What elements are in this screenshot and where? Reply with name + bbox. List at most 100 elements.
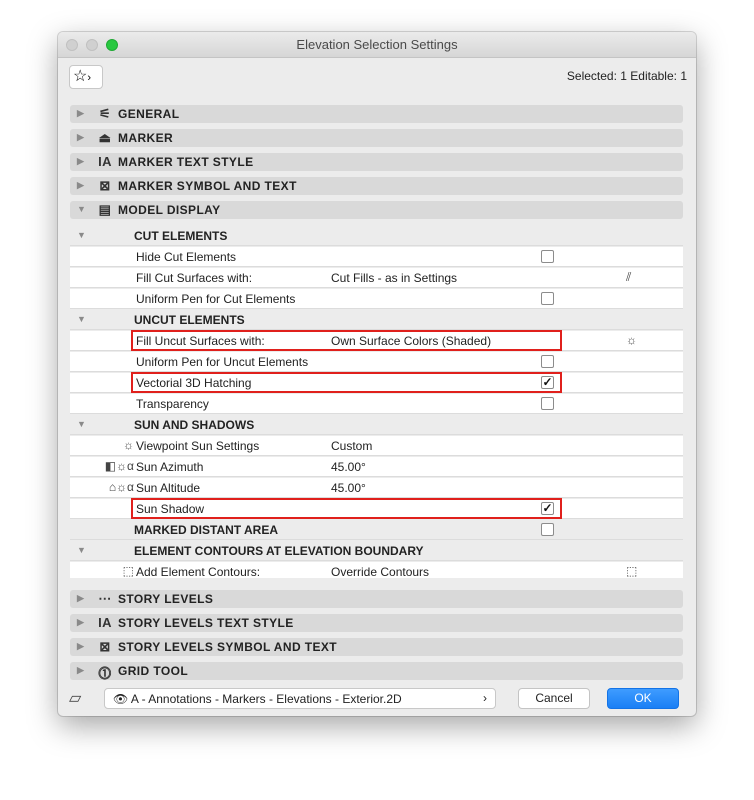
selection-info: Selected: 1 Editable: 1: [566, 69, 687, 83]
collapse-triangle-icon: ▼: [77, 314, 86, 324]
model-display-icon: ▤: [98, 202, 112, 217]
fill-cut-surfaces-value[interactable]: Cut Fills - as in Settings: [331, 271, 457, 285]
section-story-levels-symbol-text[interactable]: ▶ ⊠ STORY LEVELS SYMBOL AND TEXT: [70, 638, 683, 656]
group-uncut-elements[interactable]: ▼ UNCUT ELEMENTS: [70, 310, 683, 330]
expand-triangle-icon: ▶: [77, 665, 85, 675]
fill-uncut-surfaces-value[interactable]: Own Surface Colors (Shaded): [331, 334, 491, 348]
row-label: Viewpoint Sun Settings: [136, 439, 260, 453]
collapse-triangle-icon: ▼: [77, 419, 86, 429]
layers-icon: ▱: [69, 690, 82, 707]
collapse-triangle-icon: ▼: [77, 230, 86, 240]
row-sun-shadow: Sun Shadow ✓: [70, 499, 683, 519]
symbol-text-icon: ⊠: [99, 639, 111, 654]
ok-button[interactable]: OK: [607, 688, 679, 709]
vectorial-hatching-checkbox[interactable]: ✓: [541, 376, 554, 389]
section-label: STORY LEVELS TEXT STYLE: [118, 616, 294, 630]
text-style-icon: IA: [98, 615, 112, 630]
chevron-right-icon: ›: [87, 72, 92, 84]
add-element-contours-value[interactable]: Override Contours: [331, 565, 429, 579]
section-marker-text-style[interactable]: ▶ IA MARKER TEXT STYLE: [70, 153, 683, 171]
symbol-text-icon: ⊠: [99, 178, 111, 193]
expand-triangle-icon: ▶: [77, 593, 85, 603]
section-grid-tool[interactable]: ▶ ⓵ GRID TOOL: [70, 662, 683, 681]
row-label: Vectorial 3D Hatching: [136, 376, 252, 390]
contour-override-icon: ⬚: [626, 564, 638, 578]
layer-name: A - Annotations - Markers - Elevations -…: [130, 692, 402, 706]
section-marker[interactable]: ▶ ⏏ MARKER: [70, 129, 683, 147]
uniform-pen-uncut-checkbox[interactable]: [541, 355, 554, 368]
expand-triangle-icon: ▶: [77, 156, 85, 166]
marked-distant-area-checkbox[interactable]: [541, 523, 554, 536]
marker-icon: ⏏: [98, 130, 112, 145]
sun-icon: ☼: [123, 438, 134, 452]
cancel-button[interactable]: Cancel: [518, 688, 590, 709]
row-fill-cut-surfaces: Fill Cut Surfaces with: Cut Fills - as in…: [70, 268, 683, 288]
row-label: Hide Cut Elements: [136, 250, 237, 264]
section-story-levels[interactable]: ▶ ⋯ STORY LEVELS: [70, 590, 683, 608]
group-title: ELEMENT CONTOURS AT ELEVATION BOUNDARY: [134, 544, 424, 558]
row-label: Uniform Pen for Cut Elements: [136, 292, 296, 306]
section-label: GRID TOOL: [118, 664, 189, 678]
title-bar: Elevation Selection Settings: [58, 32, 696, 58]
section-label: MARKER SYMBOL AND TEXT: [118, 179, 297, 193]
row-label: Uniform Pen for Uncut Elements: [136, 355, 309, 369]
row-vectorial-3d-hatching: Vectorial 3D Hatching ✓: [70, 373, 683, 393]
group-title: MARKED DISTANT AREA: [134, 523, 278, 537]
collapse-triangle-icon: ▼: [77, 204, 87, 214]
group-title: SUN AND SHADOWS: [134, 418, 255, 432]
section-story-levels-text-style[interactable]: ▶ IA STORY LEVELS TEXT STYLE: [70, 614, 683, 632]
star-icon: ☆: [73, 68, 88, 85]
section-marker-symbol-text[interactable]: ▶ ⊠ MARKER SYMBOL AND TEXT: [70, 177, 683, 195]
collapse-triangle-icon: ▼: [77, 545, 86, 555]
group-sun-and-shadows[interactable]: ▼ SUN AND SHADOWS: [70, 415, 683, 435]
uniform-pen-cut-checkbox[interactable]: [541, 292, 554, 305]
row-label: Sun Shadow: [136, 502, 205, 516]
sun-azimuth-icon: ◧☼α: [104, 459, 134, 473]
text-style-icon: IA: [98, 154, 112, 169]
row-label: Sun Altitude: [136, 481, 201, 495]
hide-cut-elements-checkbox[interactable]: [541, 250, 554, 263]
settings-dialog: Elevation Selection Settings ☆› Selected…: [58, 32, 696, 716]
section-label: GENERAL: [118, 107, 180, 121]
section-label: MODEL DISPLAY: [118, 203, 221, 217]
section-model-display[interactable]: ▼ ▤ MODEL DISPLAY: [70, 201, 683, 219]
section-label: STORY LEVELS SYMBOL AND TEXT: [118, 640, 338, 654]
expand-triangle-icon: ▶: [77, 617, 85, 627]
row-uniform-pen-cut: Uniform Pen for Cut Elements: [70, 289, 683, 309]
row-label: Fill Cut Surfaces with:: [136, 271, 253, 285]
section-label: MARKER: [118, 131, 174, 145]
section-label: MARKER TEXT STYLE: [118, 155, 254, 169]
row-uniform-pen-uncut: Uniform Pen for Uncut Elements: [70, 352, 683, 372]
contour-icon: ⬚: [122, 564, 134, 578]
row-viewpoint-sun: ☼ Viewpoint Sun Settings Custom: [70, 436, 683, 456]
row-label: Sun Azimuth: [136, 460, 204, 474]
row-label: Fill Uncut Surfaces with:: [136, 334, 265, 348]
row-transparency: Transparency: [70, 394, 683, 414]
expand-triangle-icon: ▶: [77, 108, 85, 118]
row-sun-altitude: ⌂☼α Sun Altitude 45.00°: [70, 478, 683, 498]
group-title: UNCUT ELEMENTS: [134, 313, 245, 327]
eye-icon: 👁: [113, 692, 129, 706]
group-title: CUT ELEMENTS: [134, 229, 228, 243]
row-add-element-contours: ⬚ Add Element Contours: Override Contours ⬚: [70, 562, 683, 579]
section-general[interactable]: ▶ ⚟ GENERAL: [70, 105, 683, 123]
row-label: Transparency: [136, 397, 209, 411]
row-label: Add Element Contours:: [136, 565, 261, 579]
sun-altitude-value[interactable]: 45.00°: [331, 481, 366, 495]
sun-shadow-checkbox[interactable]: ✓: [541, 502, 554, 515]
general-icon: ⚟: [98, 106, 112, 121]
cut-fill-icon: ⫽: [626, 270, 632, 284]
group-element-contours[interactable]: ▼ ELEMENT CONTOURS AT ELEVATION BOUNDARY: [70, 541, 683, 561]
expand-triangle-icon: ▶: [77, 180, 85, 190]
expand-triangle-icon: ▶: [77, 641, 85, 651]
group-cut-elements[interactable]: ▼ CUT ELEMENTS: [70, 226, 683, 246]
viewpoint-sun-value[interactable]: Custom: [331, 439, 372, 453]
row-hide-cut-elements: Hide Cut Elements: [70, 247, 683, 267]
model-display-panel: ▼ CUT ELEMENTS Hide Cut Elements Fill Cut…: [70, 226, 683, 579]
surface-colors-icon: ☼: [626, 333, 637, 347]
favorites-button[interactable]: ☆›: [69, 65, 103, 89]
transparency-checkbox[interactable]: [541, 397, 554, 410]
grid-tool-icon: ⓵: [98, 666, 112, 681]
sun-azimuth-value[interactable]: 45.00°: [331, 460, 366, 474]
layer-selector[interactable]: 👁 A - Annotations - Markers - Elevations…: [104, 688, 496, 709]
